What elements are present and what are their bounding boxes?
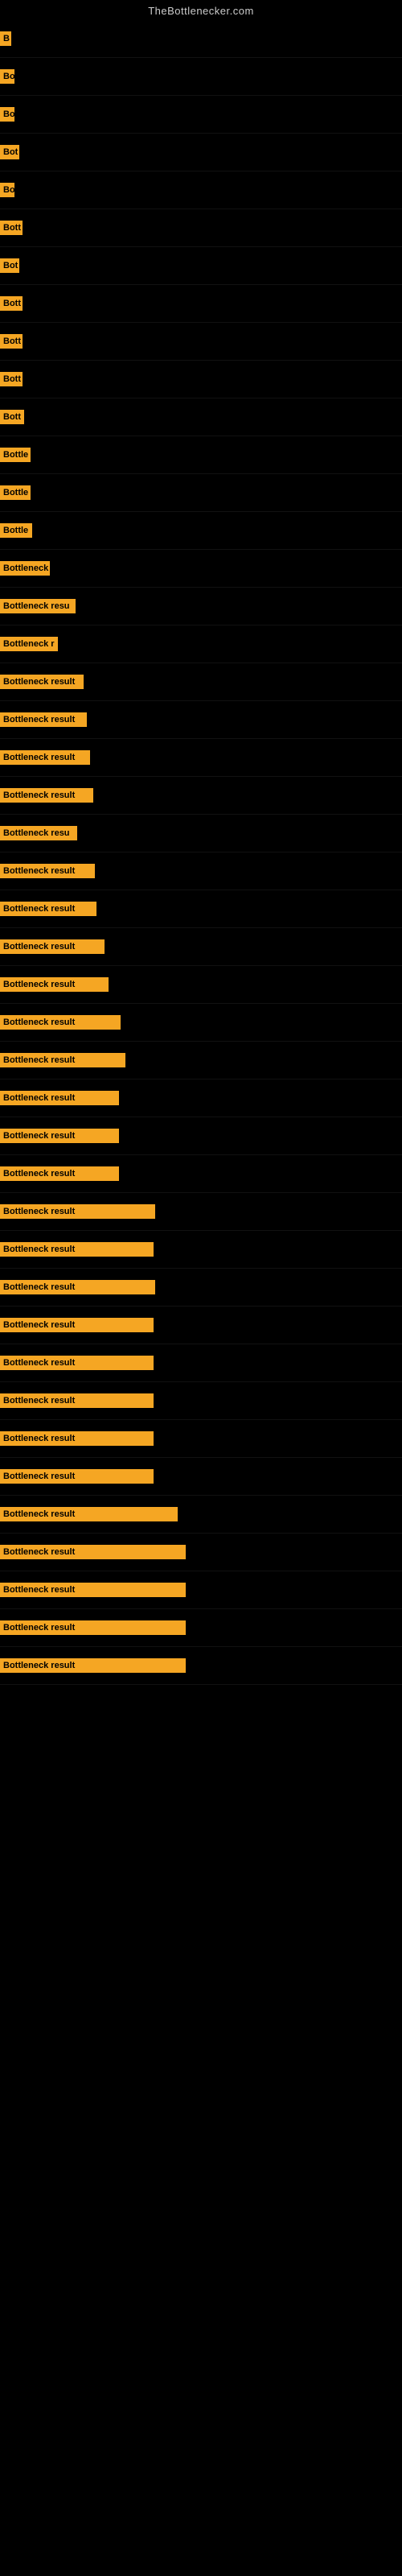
bar-label: Bottleneck result bbox=[0, 1393, 154, 1408]
bar-label: Bottleneck result bbox=[0, 675, 84, 689]
bar-label: Bottleneck result bbox=[0, 1658, 186, 1673]
bar-label: Bottleneck result bbox=[0, 750, 90, 765]
bar-row: Bottleneck result bbox=[0, 1117, 402, 1155]
bar-label: Bottleneck result bbox=[0, 1318, 154, 1332]
bar-row: Bott bbox=[0, 323, 402, 361]
bar-label: Bottleneck result bbox=[0, 864, 95, 878]
bar-label: Bottleneck result bbox=[0, 1053, 125, 1067]
bar-label: Bottleneck result bbox=[0, 1015, 121, 1030]
bar-row: Bottleneck result bbox=[0, 1193, 402, 1231]
bar-row: Bo bbox=[0, 96, 402, 134]
bar-label: Bo bbox=[0, 69, 14, 84]
bar-row: Bott bbox=[0, 398, 402, 436]
bar-row: Bottleneck result bbox=[0, 1269, 402, 1307]
bar-row: Bottleneck result bbox=[0, 1004, 402, 1042]
bar-row: Bottle bbox=[0, 436, 402, 474]
bar-label: Bot bbox=[0, 258, 19, 273]
bar-row: Bottleneck result bbox=[0, 1458, 402, 1496]
bar-row: Bottleneck result bbox=[0, 1344, 402, 1382]
bar-row: Bottleneck result bbox=[0, 701, 402, 739]
bar-label: Bott bbox=[0, 334, 23, 349]
bar-row: Bottleneck result bbox=[0, 1496, 402, 1534]
bar-row: Bottleneck r bbox=[0, 625, 402, 663]
bar-label: Bottleneck result bbox=[0, 1204, 155, 1219]
bar-label: Bottleneck result bbox=[0, 1242, 154, 1257]
bar-row: Bott bbox=[0, 209, 402, 247]
bar-row: Bottleneck result bbox=[0, 1571, 402, 1609]
bar-row: Bottleneck result bbox=[0, 966, 402, 1004]
bar-row: Bottleneck result bbox=[0, 1080, 402, 1117]
bar-label: Bo bbox=[0, 183, 14, 197]
bar-label: Bottleneck result bbox=[0, 1583, 186, 1597]
bar-label: Bottle bbox=[0, 485, 31, 500]
bar-label: Bottleneck resu bbox=[0, 826, 77, 840]
bar-label: Bottleneck result bbox=[0, 1620, 186, 1635]
bar-label: Bottleneck result bbox=[0, 1545, 186, 1559]
bar-row: Bott bbox=[0, 285, 402, 323]
bar-row: Bottleneck resu bbox=[0, 815, 402, 852]
bar-label: Bottleneck resu bbox=[0, 599, 76, 613]
bar-label: Bott bbox=[0, 221, 23, 235]
bar-label: Bo bbox=[0, 107, 14, 122]
bar-row: Bottleneck result bbox=[0, 1382, 402, 1420]
bar-label: Bottleneck bbox=[0, 561, 50, 576]
bar-row: Bott bbox=[0, 361, 402, 398]
bar-row: Bo bbox=[0, 58, 402, 96]
bar-label: Bottle bbox=[0, 523, 32, 538]
bar-row: Bottleneck resu bbox=[0, 588, 402, 625]
bar-row: Bottleneck result bbox=[0, 663, 402, 701]
bar-row: Bottleneck bbox=[0, 550, 402, 588]
bar-row: Bottleneck result bbox=[0, 852, 402, 890]
bar-label: Bottleneck result bbox=[0, 1280, 155, 1294]
bar-label: Bottleneck result bbox=[0, 788, 93, 803]
bar-row: Bottleneck result bbox=[0, 1420, 402, 1458]
bar-label: Bott bbox=[0, 296, 23, 311]
bar-label: Bott bbox=[0, 372, 23, 386]
bar-row: Bottleneck result bbox=[0, 1155, 402, 1193]
bar-row: Bottleneck result bbox=[0, 777, 402, 815]
bar-label: B bbox=[0, 31, 11, 46]
bar-label: Bot bbox=[0, 145, 19, 159]
bar-row: Bottleneck result bbox=[0, 1307, 402, 1344]
bar-row: Bo bbox=[0, 171, 402, 209]
bar-label: Bott bbox=[0, 410, 24, 424]
bar-row: Bottleneck result bbox=[0, 890, 402, 928]
bar-row: Bot bbox=[0, 134, 402, 171]
bar-row: Bottleneck result bbox=[0, 928, 402, 966]
bar-label: Bottleneck result bbox=[0, 1091, 119, 1105]
bar-row: Bottleneck result bbox=[0, 1609, 402, 1647]
bar-row: B bbox=[0, 20, 402, 58]
bar-label: Bottleneck result bbox=[0, 1129, 119, 1143]
bar-label: Bottleneck result bbox=[0, 977, 109, 992]
bar-label: Bottleneck result bbox=[0, 939, 105, 954]
bar-row: Bottleneck result bbox=[0, 1231, 402, 1269]
bar-row: Bottleneck result bbox=[0, 1647, 402, 1685]
bar-label: Bottleneck result bbox=[0, 712, 87, 727]
bar-label: Bottleneck result bbox=[0, 1166, 119, 1181]
bar-row: Bottle bbox=[0, 512, 402, 550]
bar-label: Bottleneck result bbox=[0, 1507, 178, 1521]
site-title: TheBottlenecker.com bbox=[0, 0, 402, 20]
bar-label: Bottleneck result bbox=[0, 1356, 154, 1370]
bar-row: Bot bbox=[0, 247, 402, 285]
bar-row: Bottleneck result bbox=[0, 1042, 402, 1080]
bar-row: Bottleneck result bbox=[0, 739, 402, 777]
bar-label: Bottleneck result bbox=[0, 1431, 154, 1446]
bar-label: Bottle bbox=[0, 448, 31, 462]
bar-row: Bottleneck result bbox=[0, 1534, 402, 1571]
bar-label: Bottleneck result bbox=[0, 902, 96, 916]
bar-row: Bottle bbox=[0, 474, 402, 512]
bar-label: Bottleneck result bbox=[0, 1469, 154, 1484]
bar-label: Bottleneck r bbox=[0, 637, 58, 651]
